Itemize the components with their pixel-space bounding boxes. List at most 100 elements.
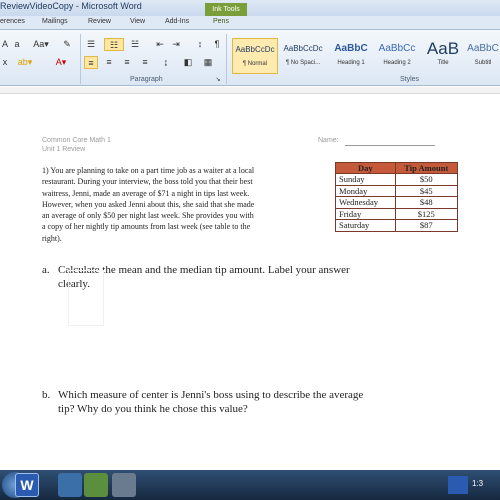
increase-indent-icon[interactable]: ⇥	[170, 38, 182, 51]
ribbon-separator	[80, 34, 81, 84]
ribbon-tabs: erences Mailings Review View Add-Ins Pen…	[0, 16, 500, 30]
taskbar: W 1:3	[0, 470, 500, 500]
table-cell-day: Friday	[335, 207, 396, 220]
ribbon: A a Aa▾ ✎ x ab▾ A▾ ☰ ☷ ☱ ⇤ ⇥ ↕ ¶ ≡ ≡ ≡ ≡…	[0, 30, 500, 86]
title-bar: ReviewVideoCopy - Microsoft Word Ink Too…	[0, 0, 500, 16]
table-cell-amount: $50	[394, 173, 459, 186]
table-header: Tip Amount	[394, 162, 459, 174]
font-color-icon[interactable]: A▾	[50, 56, 72, 69]
style-no-spacing[interactable]: AaBbCcDc ¶ No Spaci...	[280, 38, 326, 74]
multilevel-list-icon[interactable]: ☱	[128, 38, 142, 51]
style-sample: AaBbCcDc	[235, 45, 275, 54]
problem-line: 1) You are planning to take on a part ti…	[42, 166, 255, 175]
tab-view[interactable]: View	[130, 18, 145, 25]
style-normal[interactable]: AaBbCcDc ¶ Normal	[232, 38, 278, 74]
problem-line: right).	[42, 233, 62, 243]
problem-line: waitress, Jenni, made an average of $71 …	[42, 188, 250, 198]
table-row: Sunday $50	[335, 173, 459, 186]
bullets-icon[interactable]: ☰	[84, 38, 98, 51]
name-label: Name:	[318, 137, 339, 144]
problem-line: an average of only $50 per night last we…	[42, 211, 254, 221]
style-sample: AaB	[426, 39, 460, 58]
text-highlight-icon[interactable]: ab▾	[12, 56, 38, 69]
style-sample: AaBbCcDc	[283, 44, 323, 53]
tab-mailings[interactable]: Mailings	[42, 18, 68, 25]
clock[interactable]: 1:3	[472, 479, 483, 488]
answer-box	[68, 270, 104, 326]
style-title[interactable]: AaB Title	[420, 38, 466, 74]
ink-tools-context-tab[interactable]: Ink Tools	[205, 3, 247, 16]
ruler[interactable]	[0, 87, 500, 94]
unit-header: Unit 1 Review	[42, 146, 86, 153]
word-taskbar-button[interactable]: W	[15, 473, 39, 497]
table-cell-amount: $48	[394, 196, 459, 209]
align-right-icon[interactable]: ≡	[120, 56, 134, 69]
shading-icon[interactable]: ◧	[180, 56, 196, 69]
align-left-icon[interactable]: ≡	[84, 56, 98, 69]
document-page[interactable]: Common Core Math 1 Unit 1 Review Name: 1…	[0, 87, 500, 470]
style-name: ¶ Normal	[242, 61, 268, 67]
system-tray-icon[interactable]	[448, 476, 468, 494]
table-row: Friday $125	[335, 207, 459, 220]
question-text: Which measure of center is Jenni's boss …	[58, 388, 458, 416]
paragraph-group-label: Paragraph	[130, 76, 163, 83]
app-taskbar-icon[interactable]	[58, 473, 82, 497]
question-line: clearly.	[58, 278, 90, 290]
tip-table: Day Tip Amount Sunday $50 Monday $45 Wed…	[335, 162, 459, 232]
ribbon-separator	[226, 34, 227, 84]
tab-references[interactable]: erences	[0, 18, 25, 25]
window-title: ReviewVideoCopy - Microsoft Word	[0, 1, 142, 11]
problem-line: restaurant. During your interview, the b…	[42, 177, 253, 187]
style-name: Heading 2	[383, 60, 411, 66]
tab-review[interactable]: Review	[88, 18, 111, 25]
subscript-icon[interactable]: x	[0, 56, 10, 69]
question-text: Calculate the mean and the median tip am…	[58, 263, 458, 291]
style-sample: AaBbC	[334, 43, 368, 54]
table-header: Day	[335, 162, 396, 174]
style-name: Title	[437, 60, 449, 66]
question-line: Which measure of center is Jenni's boss …	[58, 389, 364, 401]
problem-line: a copy of her nightly tip amounts from l…	[42, 222, 251, 232]
justify-icon[interactable]: ≡	[138, 56, 152, 69]
table-cell-day: Monday	[335, 184, 396, 197]
table-header-row: Day Tip Amount	[335, 162, 459, 174]
style-heading-1[interactable]: AaBbC Heading 1	[328, 38, 374, 74]
change-case-button[interactable]: Aa▾	[30, 38, 52, 51]
style-name: Subtitl	[474, 60, 492, 66]
font-size-shrink-icon[interactable]: A	[0, 38, 10, 51]
app-taskbar-icon[interactable]	[112, 473, 136, 497]
tab-add-ins[interactable]: Add-Ins	[165, 18, 189, 25]
problem-line: However, when you asked Jenni about this…	[42, 199, 255, 209]
style-name: ¶ No Spaci...	[285, 60, 321, 66]
style-subtitle[interactable]: AaBbC Subtitl	[466, 38, 500, 74]
table-cell-day: Wednesday	[335, 196, 396, 209]
table-row: Wednesday $48	[335, 196, 459, 209]
table-cell-day: Sunday	[335, 173, 396, 186]
borders-icon[interactable]: ▦	[200, 56, 216, 69]
style-sample: AaBbCc	[378, 43, 416, 54]
show-hide-button[interactable]: ¶	[212, 38, 222, 51]
paragraph-dialog-launcher-icon[interactable]: ↘	[214, 74, 222, 87]
problem-paragraph: 1) You are planning to take on a part ti…	[42, 165, 332, 244]
question-line: Calculate the mean and the median tip am…	[58, 264, 350, 276]
sort-icon[interactable]: ↕	[194, 38, 206, 51]
question-line: tip? Why do you think he chose this valu…	[58, 403, 248, 415]
style-heading-2[interactable]: AaBbCc Heading 2	[374, 38, 420, 74]
numbering-icon[interactable]: ☷	[104, 38, 124, 51]
table-cell-day: Saturday	[335, 219, 396, 232]
clear-formatting-icon[interactable]: ✎	[60, 38, 74, 51]
decrease-indent-icon[interactable]: ⇤	[154, 38, 166, 51]
table-row: Monday $45	[335, 184, 459, 197]
style-sample: AaBbC	[467, 43, 499, 54]
question-letter: b.	[42, 389, 51, 401]
align-center-icon[interactable]: ≡	[102, 56, 116, 69]
styles-group-label: Styles	[400, 76, 420, 83]
style-name: Heading 1	[337, 60, 365, 66]
app-taskbar-icon[interactable]	[84, 473, 108, 497]
line-spacing-icon[interactable]: ↨	[158, 56, 174, 69]
table-cell-amount: $45	[394, 184, 459, 197]
table-cell-amount: $125	[394, 207, 459, 220]
change-case-icon[interactable]: a	[12, 38, 22, 51]
tab-pens[interactable]: Pens	[213, 18, 229, 25]
name-line	[345, 145, 435, 146]
